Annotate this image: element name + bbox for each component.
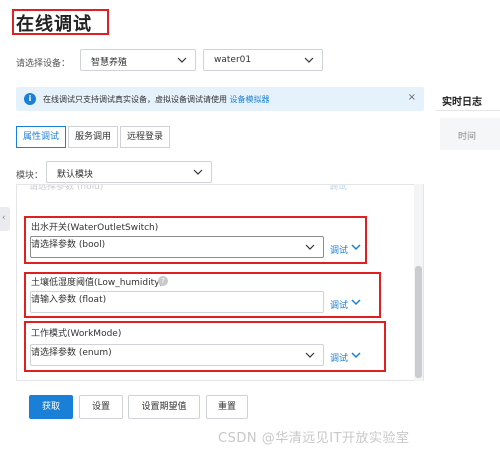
debug-link[interactable]: 调试 (330, 351, 348, 364)
chevron-down-icon[interactable] (351, 297, 361, 307)
product-select[interactable]: 智慧养殖 (80, 49, 196, 71)
debug-link[interactable]: 调试 (330, 243, 348, 256)
set-expected-value-button[interactable]: 设置期望值 (128, 395, 200, 419)
debug-tabs: 属性调试 服务调用 远程登录 (16, 126, 172, 148)
water-outlet-switch-select[interactable]: 请选择参数 (bool) (30, 236, 324, 258)
chevron-down-icon (305, 350, 315, 360)
field-placeholder: 请输入参数 (float) (31, 295, 107, 305)
chevron-left-icon: ‹ (2, 213, 6, 223)
device-simulator-link[interactable]: 设备模拟器 (230, 95, 270, 104)
time-column-header: 时间 (458, 132, 477, 142)
module-select-value: 默认模块 (57, 170, 94, 180)
watermark: CSDN @华清远见IT开放实验室 (218, 431, 410, 446)
reset-button[interactable]: 重置 (206, 395, 248, 419)
field-label-low-humidity: 土壤低湿度阈值(Low_humidity) (31, 278, 163, 288)
info-notice: i 在线调试只支持调试真实设备，虚拟设备调试请使用 设备模拟器 × (16, 87, 424, 111)
low-humidity-input[interactable]: 请输入参数 (float) (30, 291, 324, 313)
collapse-handle[interactable]: ‹ (0, 207, 10, 231)
scrollbar-thumb[interactable] (415, 266, 422, 378)
chevron-down-icon[interactable] (351, 242, 361, 252)
realtime-log-title: 实时日志 (442, 97, 482, 108)
get-button[interactable]: 获取 (29, 395, 73, 419)
device-label: 请选择设备： (16, 59, 71, 69)
chevron-down-icon (177, 55, 187, 65)
page-title: 在线调试 (16, 14, 92, 35)
tab-service-call[interactable]: 服务调用 (68, 126, 119, 148)
debug-link[interactable]: 调试 (330, 298, 348, 311)
work-mode-select[interactable]: 请选择参数 (enum) (30, 344, 324, 366)
device-select-value: water01 (214, 55, 252, 65)
field-label-work-mode: 工作模式(WorkMode) (31, 329, 122, 339)
chevron-down-icon (304, 55, 314, 65)
product-select-value: 智慧养殖 (91, 58, 128, 68)
realtime-log-header: 时间 (440, 118, 500, 150)
chevron-down-icon[interactable] (351, 350, 361, 360)
set-button[interactable]: 设置 (79, 395, 123, 419)
notice-text: 在线调试只支持调试真实设备，虚拟设备调试请使用 设备模拟器 (43, 94, 270, 105)
faded-debug-link: 调试 (329, 184, 348, 192)
module-label: 模块： (16, 171, 44, 181)
notice-message: 在线调试只支持调试真实设备，虚拟设备调试请使用 (43, 95, 227, 104)
help-icon[interactable]: ? (158, 276, 168, 286)
faded-field-placeholder: 请选择参数 (hold) (29, 184, 104, 192)
field-placeholder: 请选择参数 (bool) (31, 240, 106, 250)
chevron-down-icon (305, 242, 315, 252)
divider (436, 110, 500, 111)
tab-property-debug[interactable]: 属性调试 (16, 126, 67, 148)
info-icon: i (24, 93, 36, 105)
field-placeholder: 请选择参数 (enum) (31, 348, 112, 358)
module-select[interactable]: 默认模块 (46, 161, 212, 183)
device-select[interactable]: water01 (203, 49, 323, 71)
close-icon[interactable]: × (408, 92, 416, 103)
field-label-water-outlet-switch: 出水开关(WaterOutletSwitch) (31, 223, 159, 233)
tab-remote-login[interactable]: 远程登录 (120, 126, 171, 148)
chevron-down-icon (193, 167, 203, 177)
